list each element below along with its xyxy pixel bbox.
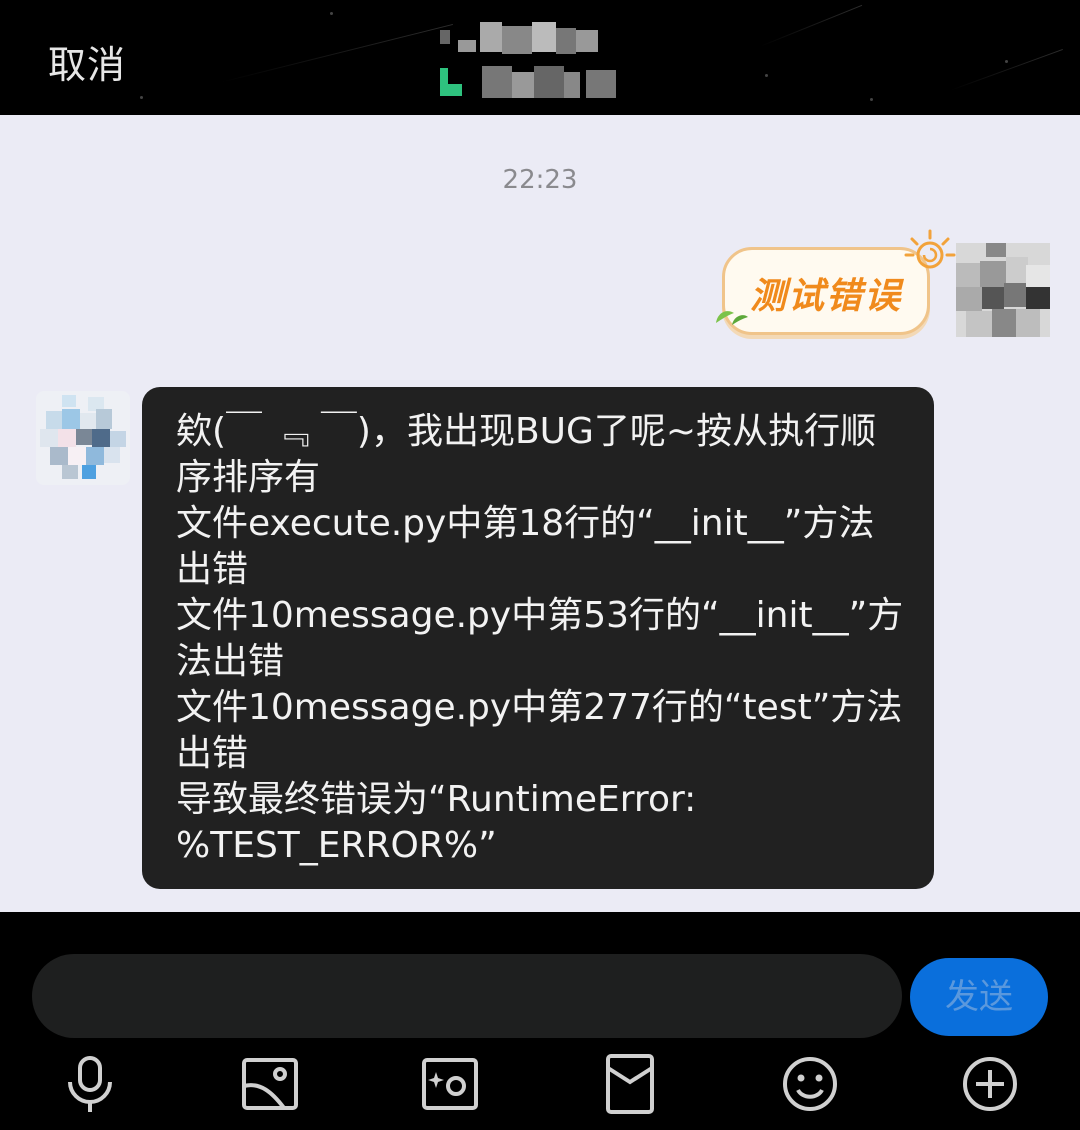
message-line: 文件10message.py中第277行的“test”方法	[176, 687, 903, 728]
message-line: 序排序有	[176, 457, 321, 498]
message-line: %TEST_ERROR%”	[176, 825, 497, 866]
emoji-icon	[783, 1057, 837, 1111]
send-button[interactable]: 发送	[910, 958, 1048, 1036]
background-star	[870, 98, 873, 101]
message-line: 法出错	[176, 641, 285, 682]
background-star	[140, 96, 143, 99]
image-icon	[242, 1058, 298, 1110]
composer-toolbar	[0, 1052, 1080, 1130]
microphone-button[interactable]	[58, 1052, 122, 1116]
sender-avatar[interactable]	[36, 391, 130, 485]
message-line: 欸(￣ ﹃ ￣)，我出现BUG了呢~按从执行顺	[176, 411, 877, 452]
background-star	[1005, 60, 1008, 63]
camera-button[interactable]	[418, 1052, 482, 1116]
chat-title-pixelated	[440, 22, 620, 100]
top-bar: 取消	[0, 0, 1080, 115]
microphone-icon	[68, 1056, 112, 1112]
received-message-bubble[interactable]: 欸(￣ ﹃ ￣)，我出现BUG了呢~按从执行顺 序排序有 文件execute.p…	[142, 387, 934, 889]
emoji-button[interactable]	[778, 1052, 842, 1116]
message-input[interactable]	[32, 954, 902, 1038]
message-line: 文件10message.py中第53行的“__init__”方	[176, 595, 904, 636]
my-avatar[interactable]	[956, 243, 1050, 337]
message-line: 出错	[176, 733, 249, 774]
background-streak	[759, 4, 863, 47]
cancel-button[interactable]: 取消	[48, 34, 126, 89]
leaf-icon	[716, 311, 748, 325]
background-streak	[949, 48, 1063, 91]
background-star	[765, 74, 768, 77]
image-button[interactable]	[238, 1052, 302, 1116]
message-line: 文件execute.py中第18行的“__init__”方法	[176, 503, 875, 544]
background-streak	[219, 23, 453, 83]
camera-icon	[422, 1058, 478, 1110]
composer-area: 发送	[0, 912, 1080, 1130]
message-line: 导致最终错误为“RuntimeError:	[176, 779, 697, 820]
plus-icon	[963, 1057, 1017, 1111]
background-star	[330, 12, 333, 15]
red-packet-button[interactable]	[598, 1052, 662, 1116]
more-button[interactable]	[958, 1052, 1022, 1116]
red-packet-icon	[606, 1054, 654, 1114]
message-timestamp: 22:23	[502, 165, 578, 195]
message-line: 出错	[176, 549, 249, 590]
chat-area[interactable]: 22:23 测试错误 欸(￣ ﹃ ￣)，我出现BUG了呢~按从执行顺 序排序有 …	[0, 115, 1080, 912]
sun-icon	[904, 229, 956, 269]
